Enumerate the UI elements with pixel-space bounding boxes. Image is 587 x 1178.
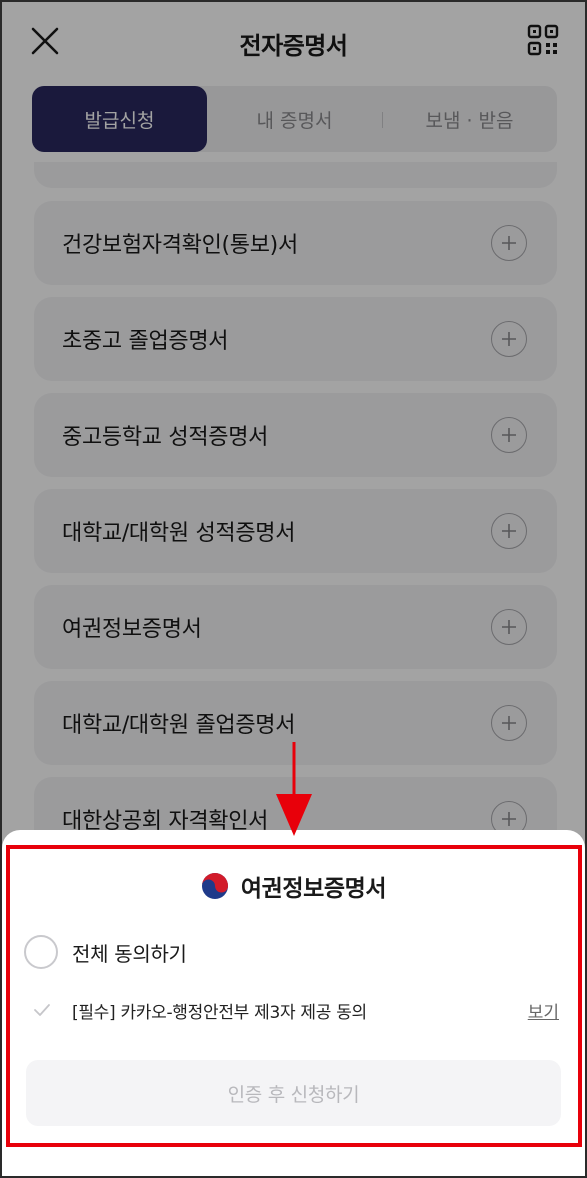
certificate-screen: 전자증명서 발급신청 내 증명서 보냄 · 받음 건강보험자격확인(통보)서 초… (2, 2, 585, 1176)
consent-bottom-sheet: 여권정보증명서 전체 동의하기 [필수] 카카오-행정안전부 제3자 제공 동의… (2, 830, 585, 1176)
phone-frame: 전자증명서 발급신청 내 증명서 보냄 · 받음 건강보험자격확인(통보)서 초… (0, 0, 587, 1178)
highlight-box (6, 845, 582, 1147)
annotation-arrow-icon (276, 742, 312, 836)
